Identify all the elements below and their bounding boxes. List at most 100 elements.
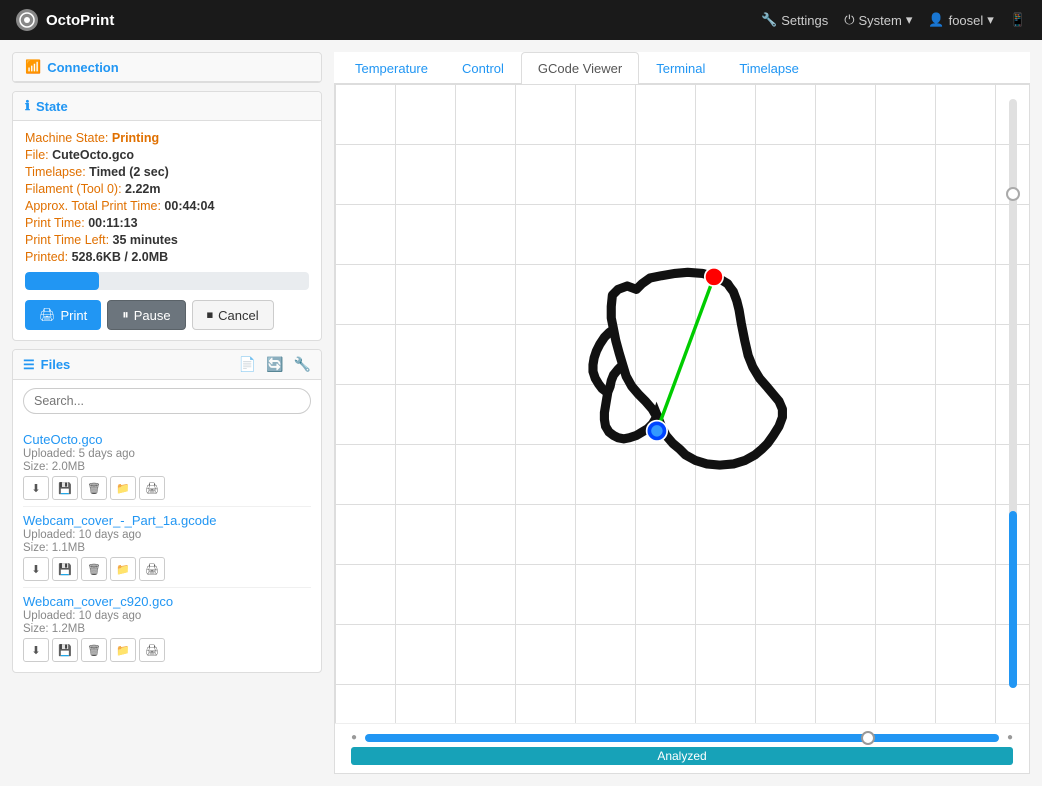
- file-delete-btn-1[interactable]: 🗑: [81, 476, 107, 500]
- file-list: CuteOcto.gco Uploaded: 5 days ago Size: …: [13, 422, 321, 672]
- file-load-btn-1[interactable]: ⬇: [23, 476, 49, 500]
- state-header: ℹ State: [13, 92, 321, 121]
- chevron-down-icon-2: ▾: [987, 12, 994, 28]
- tab-control[interactable]: Control: [445, 52, 521, 84]
- progress-bar: [25, 272, 99, 290]
- logo-icon: [16, 9, 38, 31]
- file-size-3: Size: 1.2MB: [23, 623, 311, 635]
- state-body: Machine State: Printing File: CuteOcto.g…: [13, 121, 321, 340]
- tab-timelapse[interactable]: Timelapse: [722, 52, 815, 84]
- file-download-btn-2[interactable]: 💾: [52, 557, 78, 581]
- file-name-3[interactable]: Webcam_cover_c920.gco: [23, 594, 311, 609]
- brand-name: OctoPrint: [46, 12, 114, 29]
- tab-bar: Temperature Control GCode Viewer Termina…: [334, 52, 1030, 84]
- print-button[interactable]: 🖨 Print: [25, 300, 101, 330]
- file-move-btn-3[interactable]: 📁: [110, 638, 136, 662]
- gcode-viewer: ● ● Analyzed: [334, 84, 1030, 774]
- connection-header: 📶 Connection: [13, 53, 321, 82]
- file-delete-btn-3[interactable]: 🗑: [81, 638, 107, 662]
- files-icons: 📄 🔄 🔧: [239, 356, 311, 373]
- settings-link[interactable]: 🔧 Settings: [761, 12, 828, 28]
- horizontal-progress-slider[interactable]: [365, 734, 999, 742]
- mobile-icon-link[interactable]: 📱: [1010, 12, 1026, 28]
- tab-terminal[interactable]: Terminal: [639, 52, 722, 84]
- list-item: Webcam_cover_-_Part_1a.gcode Uploaded: 1…: [23, 507, 311, 588]
- app-header: OctoPrint 🔧 Settings ⏻ System ▾ 👤 foosel…: [0, 0, 1042, 40]
- connection-panel: 📶 Connection: [12, 52, 322, 83]
- file-delete-btn-2[interactable]: 🗑: [81, 557, 107, 581]
- file-print-btn-3[interactable]: 🖨: [139, 638, 165, 662]
- grid-background: [335, 84, 1029, 723]
- action-buttons: 🖨 Print ⏸ Pause ⏹ Cancel: [25, 300, 309, 330]
- printed-row: Printed: 528.6KB / 2.0MB: [25, 250, 309, 264]
- list-icon: ☰: [23, 357, 35, 373]
- chevron-down-icon: ▾: [906, 12, 913, 28]
- wrench-small-icon[interactable]: 🔧: [294, 356, 311, 373]
- right-panel: Temperature Control GCode Viewer Termina…: [334, 52, 1030, 774]
- stop-icon: ⏹: [207, 307, 214, 323]
- search-input[interactable]: [23, 388, 311, 414]
- wrench-icon: 🔧: [761, 12, 777, 28]
- file-uploaded-2: Uploaded: 10 days ago: [23, 529, 311, 541]
- file-actions-3: ⬇ 💾 🗑 📁 🖨: [23, 638, 311, 662]
- left-panel: 📶 Connection ℹ State Machine State: Prin…: [12, 52, 322, 774]
- file-actions-2: ⬇ 💾 🗑 📁 🖨: [23, 557, 311, 581]
- file-download-btn-1[interactable]: 💾: [52, 476, 78, 500]
- approx-row: Approx. Total Print Time: 00:44:04: [25, 199, 309, 213]
- list-item: Webcam_cover_c920.gco Uploaded: 10 days …: [23, 588, 311, 668]
- info-icon: ℹ: [25, 98, 30, 114]
- pause-icon: ⏸: [122, 307, 129, 323]
- file-size-2: Size: 1.1MB: [23, 542, 311, 554]
- slider-right-dot: ●: [1007, 732, 1013, 743]
- file-name-2[interactable]: Webcam_cover_-_Part_1a.gcode: [23, 513, 311, 528]
- print-icon: 🖨: [39, 307, 56, 323]
- file-name-1[interactable]: CuteOcto.gco: [23, 432, 311, 447]
- file-actions-1: ⬇ 💾 🗑 📁 🖨: [23, 476, 311, 500]
- file-row: File: CuteOcto.gco: [25, 148, 309, 162]
- new-file-icon[interactable]: 📄: [239, 356, 256, 373]
- viewer-canvas: [335, 84, 1029, 723]
- refresh-icon[interactable]: 🔄: [266, 356, 283, 373]
- system-link[interactable]: ⏻ System ▾: [844, 12, 912, 28]
- header-nav: 🔧 Settings ⏻ System ▾ 👤 foosel ▾ 📱: [761, 12, 1026, 28]
- files-panel: ☰ Files 📄 🔄 🔧 CuteOcto.gco Uploaded: 5 d…: [12, 349, 322, 673]
- vertical-layer-slider[interactable]: [1007, 99, 1019, 688]
- user-link[interactable]: 👤 foosel ▾: [928, 12, 993, 28]
- analyzed-bar: Analyzed: [351, 747, 1013, 765]
- h-slider-container: ● ●: [351, 732, 1013, 743]
- main-layout: 📶 Connection ℹ State Machine State: Prin…: [0, 40, 1042, 786]
- file-uploaded-1: Uploaded: 5 days ago: [23, 448, 311, 460]
- gcode-svg: [335, 84, 1029, 723]
- file-print-btn-1[interactable]: 🖨: [139, 476, 165, 500]
- print-time-row: Print Time: 00:11:13: [25, 216, 309, 230]
- brand: OctoPrint: [16, 9, 114, 31]
- timelapse-row: Timelapse: Timed (2 sec): [25, 165, 309, 179]
- file-size-1: Size: 2.0MB: [23, 461, 311, 473]
- tab-temperature[interactable]: Temperature: [338, 52, 445, 84]
- tab-gcode-viewer[interactable]: GCode Viewer: [521, 52, 639, 84]
- pause-button[interactable]: ⏸ Pause: [107, 300, 185, 330]
- files-header: ☰ Files 📄 🔄 🔧: [13, 350, 321, 380]
- search-box: [23, 388, 311, 414]
- slider-left-dot: ●: [351, 732, 357, 743]
- file-load-btn-2[interactable]: ⬇: [23, 557, 49, 581]
- user-icon: 👤: [928, 12, 944, 28]
- file-uploaded-3: Uploaded: 10 days ago: [23, 610, 311, 622]
- list-item: CuteOcto.gco Uploaded: 5 days ago Size: …: [23, 426, 311, 507]
- print-time-left-row: Print Time Left: 35 minutes: [25, 233, 309, 247]
- filament-row: Filament (Tool 0): 2.22m: [25, 182, 309, 196]
- progress-container: [25, 272, 309, 290]
- files-title: ☰ Files: [23, 357, 70, 373]
- power-icon: ⏻: [844, 12, 854, 28]
- file-load-btn-3[interactable]: ⬇: [23, 638, 49, 662]
- state-panel: ℹ State Machine State: Printing File: Cu…: [12, 91, 322, 341]
- file-download-btn-3[interactable]: 💾: [52, 638, 78, 662]
- cancel-button[interactable]: ⏹ Cancel: [192, 300, 274, 330]
- viewer-bottom: ● ● Analyzed: [335, 723, 1029, 773]
- machine-state-row: Machine State: Printing: [25, 131, 309, 145]
- signal-icon: 📶: [25, 59, 41, 75]
- file-move-btn-2[interactable]: 📁: [110, 557, 136, 581]
- mobile-icon: 📱: [1010, 12, 1026, 28]
- file-print-btn-2[interactable]: 🖨: [139, 557, 165, 581]
- file-move-btn-1[interactable]: 📁: [110, 476, 136, 500]
